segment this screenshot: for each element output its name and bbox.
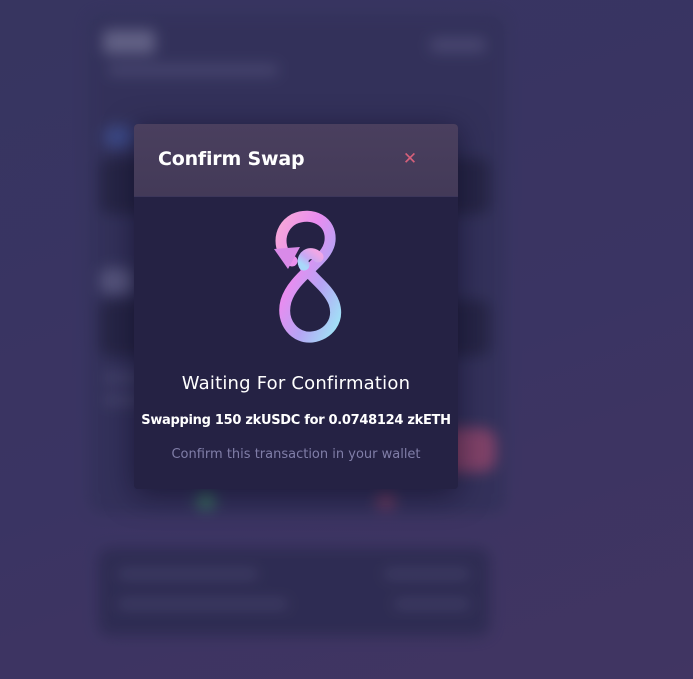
modal-header: Confirm Swap ✕ xyxy=(134,124,458,197)
confirm-swap-modal: Confirm Swap ✕ Waiting For Confirmation … xyxy=(134,124,458,489)
status-title: Waiting For Confirmation xyxy=(181,373,411,394)
infinity-swap-logo-icon xyxy=(274,210,341,343)
close-icon[interactable]: ✕ xyxy=(400,148,420,170)
modal-title: Confirm Swap xyxy=(158,148,305,170)
modal-body: Waiting For Confirmation Swapping 150 zk… xyxy=(134,197,458,489)
swap-description: Swapping 150 zkUSDC for 0.0748124 zkETH xyxy=(141,413,451,428)
app-page: Confirm Swap ✕ Waiting For Confirmation … xyxy=(0,0,693,679)
wallet-hint: Confirm this transaction in your wallet xyxy=(171,447,421,462)
